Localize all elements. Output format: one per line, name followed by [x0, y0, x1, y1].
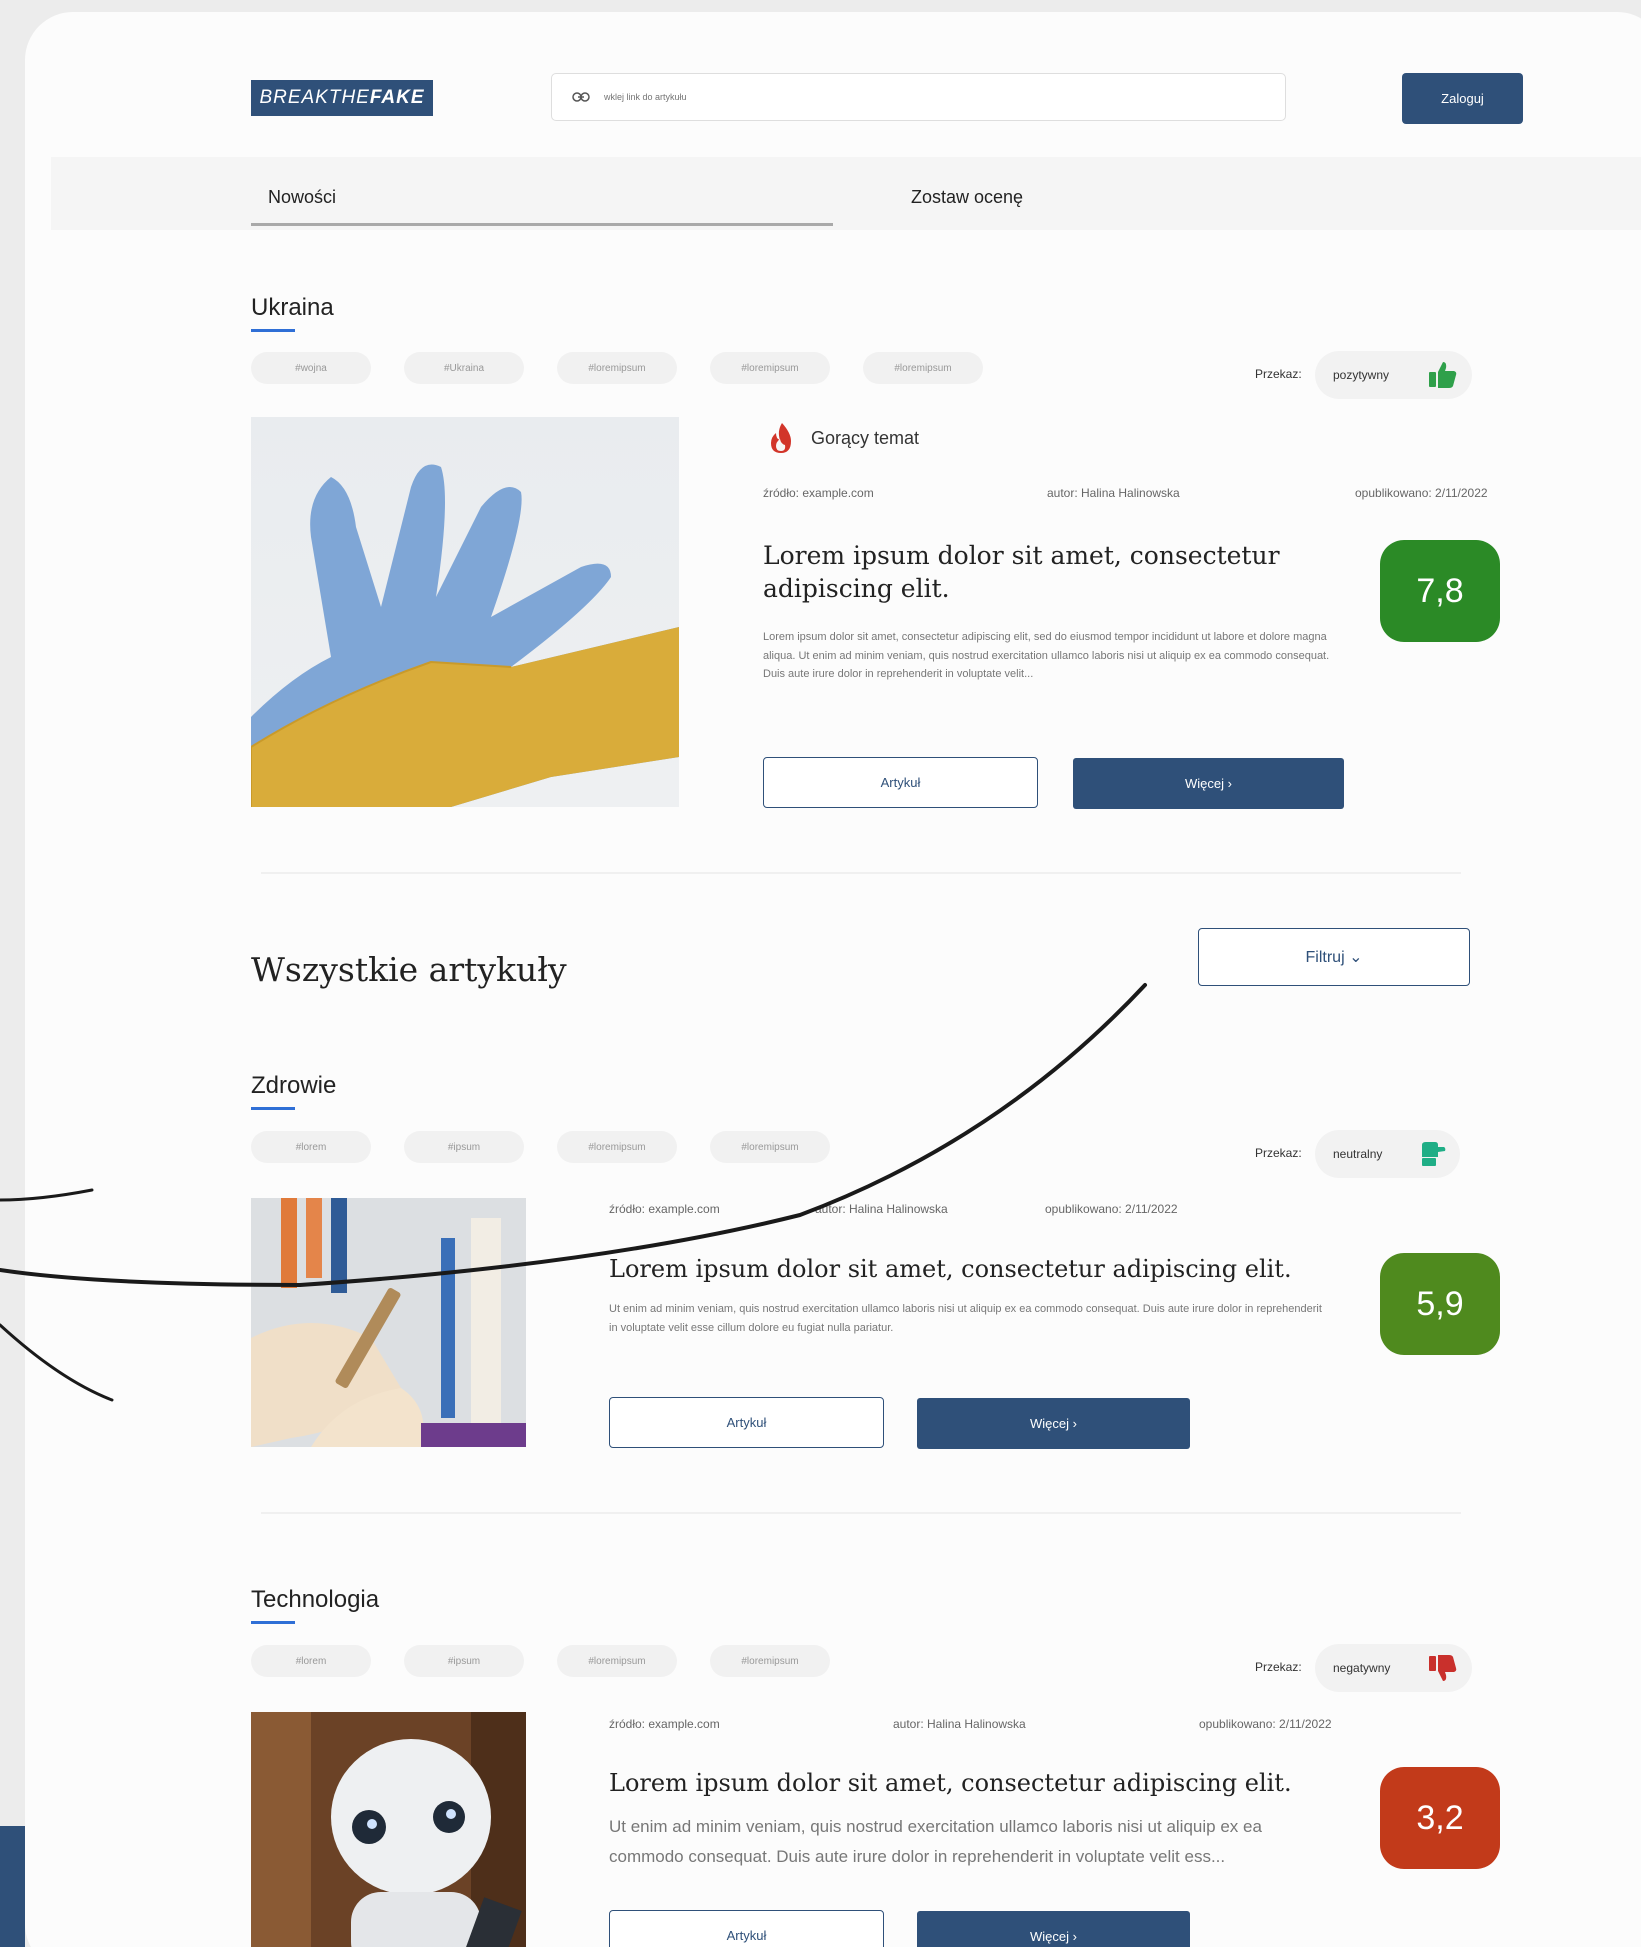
przekaz-badge-neutral: neutralny: [1315, 1130, 1460, 1178]
przekaz-value: neutralny: [1333, 1147, 1383, 1161]
active-tab-indicator: [251, 223, 833, 226]
tag[interactable]: #ipsum: [404, 1131, 524, 1163]
link-icon: [572, 92, 590, 102]
section-title-technologia: Technologia: [251, 1586, 380, 1624]
tab-leave-rating[interactable]: Zostaw ocenę: [911, 187, 1023, 208]
credibility-score: 7,8: [1380, 540, 1500, 642]
more-button[interactable]: Więcej ›: [1073, 758, 1344, 809]
filter-dropdown[interactable]: Filtruj ⌄: [1198, 928, 1470, 986]
article-headline[interactable]: Lorem ipsum dolor sit amet, consectetur …: [609, 1768, 1329, 1799]
source-meta: źródło: example.com: [763, 486, 874, 500]
tag[interactable]: #loremipsum: [557, 1131, 677, 1163]
tag[interactable]: #loremipsum: [863, 352, 983, 384]
tag[interactable]: #loremipsum: [710, 1131, 830, 1163]
tab-bar: Nowości Zostaw ocenę: [51, 157, 1641, 230]
side-handle: [0, 1826, 25, 1947]
author-meta: autor: Halina Halinowska: [893, 1717, 1026, 1731]
tag[interactable]: #Ukraina: [404, 352, 524, 384]
logo-text-part2: FAKE: [369, 87, 425, 108]
search-bar[interactable]: [551, 73, 1286, 121]
tag[interactable]: #loremipsum: [557, 352, 677, 384]
hot-topic-label: Gorący temat: [767, 421, 919, 455]
tag[interactable]: #wojna: [251, 352, 371, 384]
tab-news[interactable]: Nowości: [268, 187, 336, 208]
app-frame: BREAKTHEFAKE Zaloguj Nowości Zostaw ocen…: [25, 12, 1641, 1947]
all-articles-title: Wszystkie artykuły: [251, 950, 567, 989]
thumb-side-icon: [1422, 1142, 1446, 1166]
przekaz-badge-positive: pozytywny: [1315, 351, 1472, 399]
przekaz-label: Przekaz:: [1255, 1146, 1302, 1160]
source-meta: źródło: example.com: [609, 1202, 720, 1216]
section-divider: [261, 1512, 1461, 1514]
article-button[interactable]: Artykuł: [609, 1397, 884, 1448]
tag[interactable]: #loremipsum: [710, 352, 830, 384]
credibility-score: 5,9: [1380, 1253, 1500, 1355]
logo-text-part1: BREAKTHE: [259, 87, 370, 108]
published-meta: opublikowano: 2/11/2022: [1199, 1717, 1332, 1731]
przekaz-badge-negative: negatywny: [1315, 1644, 1472, 1692]
logo[interactable]: BREAKTHE FAKE: [251, 80, 433, 116]
published-meta: opublikowano: 2/11/2022: [1045, 1202, 1178, 1216]
featured-article-image[interactable]: [251, 417, 679, 807]
thumb-down-icon: [1429, 1655, 1457, 1681]
article-image[interactable]: [251, 1712, 526, 1947]
article-button[interactable]: Artykuł: [763, 757, 1038, 808]
source-meta: źródło: example.com: [609, 1717, 720, 1731]
more-button[interactable]: Więcej ›: [917, 1398, 1190, 1449]
tag[interactable]: #ipsum: [404, 1645, 524, 1677]
author-meta: autor: Halina Halinowska: [815, 1202, 948, 1216]
section-divider: [261, 872, 1461, 874]
tag[interactable]: #loremipsum: [710, 1645, 830, 1677]
article-excerpt: Ut enim ad minim veniam, quis nostrud ex…: [609, 1817, 1262, 1866]
published-meta: opublikowano: 2/11/2022: [1355, 486, 1488, 500]
thumb-up-icon: [1429, 362, 1457, 388]
przekaz-label: Przekaz:: [1255, 1660, 1302, 1674]
robot-photo-illustration: [251, 1712, 526, 1947]
search-input[interactable]: [604, 92, 1204, 102]
featured-excerpt: Lorem ipsum dolor sit amet, consectetur …: [763, 631, 1330, 681]
credibility-score: 3,2: [1380, 1767, 1500, 1869]
section-title-zdrowie: Zdrowie: [251, 1072, 337, 1110]
featured-headline[interactable]: Lorem ipsum dolor sit amet, consectetur …: [763, 540, 1283, 605]
page: BREAKTHEFAKE Zaloguj Nowości Zostaw ocen…: [51, 12, 1641, 1947]
more-button[interactable]: Więcej ›: [917, 1911, 1190, 1947]
hand-painted-flag-illustration: [251, 464, 679, 807]
section-title-ukraina: Ukraina: [251, 294, 334, 332]
author-meta: autor: Halina Halinowska: [1047, 486, 1180, 500]
syringe-photo-illustration: [251, 1198, 526, 1447]
przekaz-label: Przekaz:: [1255, 367, 1302, 381]
flame-icon: [771, 423, 791, 453]
przekaz-value: negatywny: [1333, 1661, 1391, 1675]
tag[interactable]: #lorem: [251, 1131, 371, 1163]
article-headline[interactable]: Lorem ipsum dolor sit amet, consectetur …: [609, 1254, 1329, 1285]
hot-topic-text: Gorący temat: [811, 427, 920, 448]
article-excerpt: Ut enim ad minim veniam, quis nostrud ex…: [609, 1303, 1322, 1334]
przekaz-value: pozytywny: [1333, 368, 1390, 382]
article-button[interactable]: Artykuł: [609, 1910, 884, 1947]
tag[interactable]: #lorem: [251, 1645, 371, 1677]
login-button[interactable]: Zaloguj: [1402, 73, 1523, 124]
article-image[interactable]: [251, 1198, 526, 1447]
header: BREAKTHEFAKE Zaloguj: [51, 12, 1641, 157]
tag[interactable]: #loremipsum: [557, 1645, 677, 1677]
